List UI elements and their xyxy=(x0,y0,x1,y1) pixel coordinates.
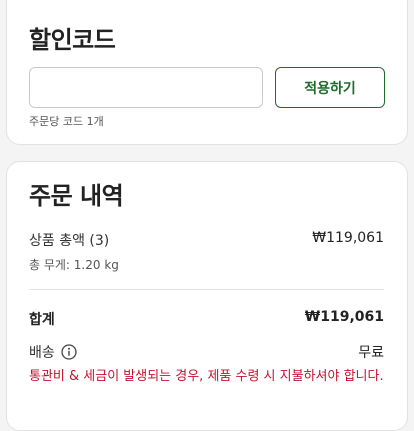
grand-total-value: ₩119,061 xyxy=(304,309,384,325)
shipping-label: 배송 xyxy=(29,345,55,361)
discount-code-input[interactable] xyxy=(29,67,263,108)
discount-code-card: 할인코드 적용하기 주문당 코드 1개 xyxy=(6,0,408,145)
summary-divider xyxy=(29,289,384,290)
shipping-value: 무료 xyxy=(358,345,384,361)
order-summary-title: 주문 내역 xyxy=(29,182,124,210)
items-total-label: 상품 총액 (3) xyxy=(29,233,110,249)
discount-code-title: 할인코드 xyxy=(29,26,116,54)
info-icon[interactable] xyxy=(61,344,77,360)
items-total-value: ₩119,061 xyxy=(312,230,384,246)
grand-total-label: 합계 xyxy=(29,312,55,328)
order-summary-card: 주문 내역 상품 총액 (3) ₩119,061 총 무게: 1.20 kg 합… xyxy=(6,161,408,431)
apply-code-button[interactable]: 적용하기 xyxy=(275,67,385,108)
total-weight-label: 총 무게: 1.20 kg xyxy=(29,258,119,272)
code-limit-hint: 주문당 코드 1개 xyxy=(29,115,104,128)
customs-warning: 통관비 & 세금이 발생되는 경우, 제품 수령 시 지불하셔야 합니다. xyxy=(29,369,384,384)
shipping-row: 배송 xyxy=(29,342,77,362)
